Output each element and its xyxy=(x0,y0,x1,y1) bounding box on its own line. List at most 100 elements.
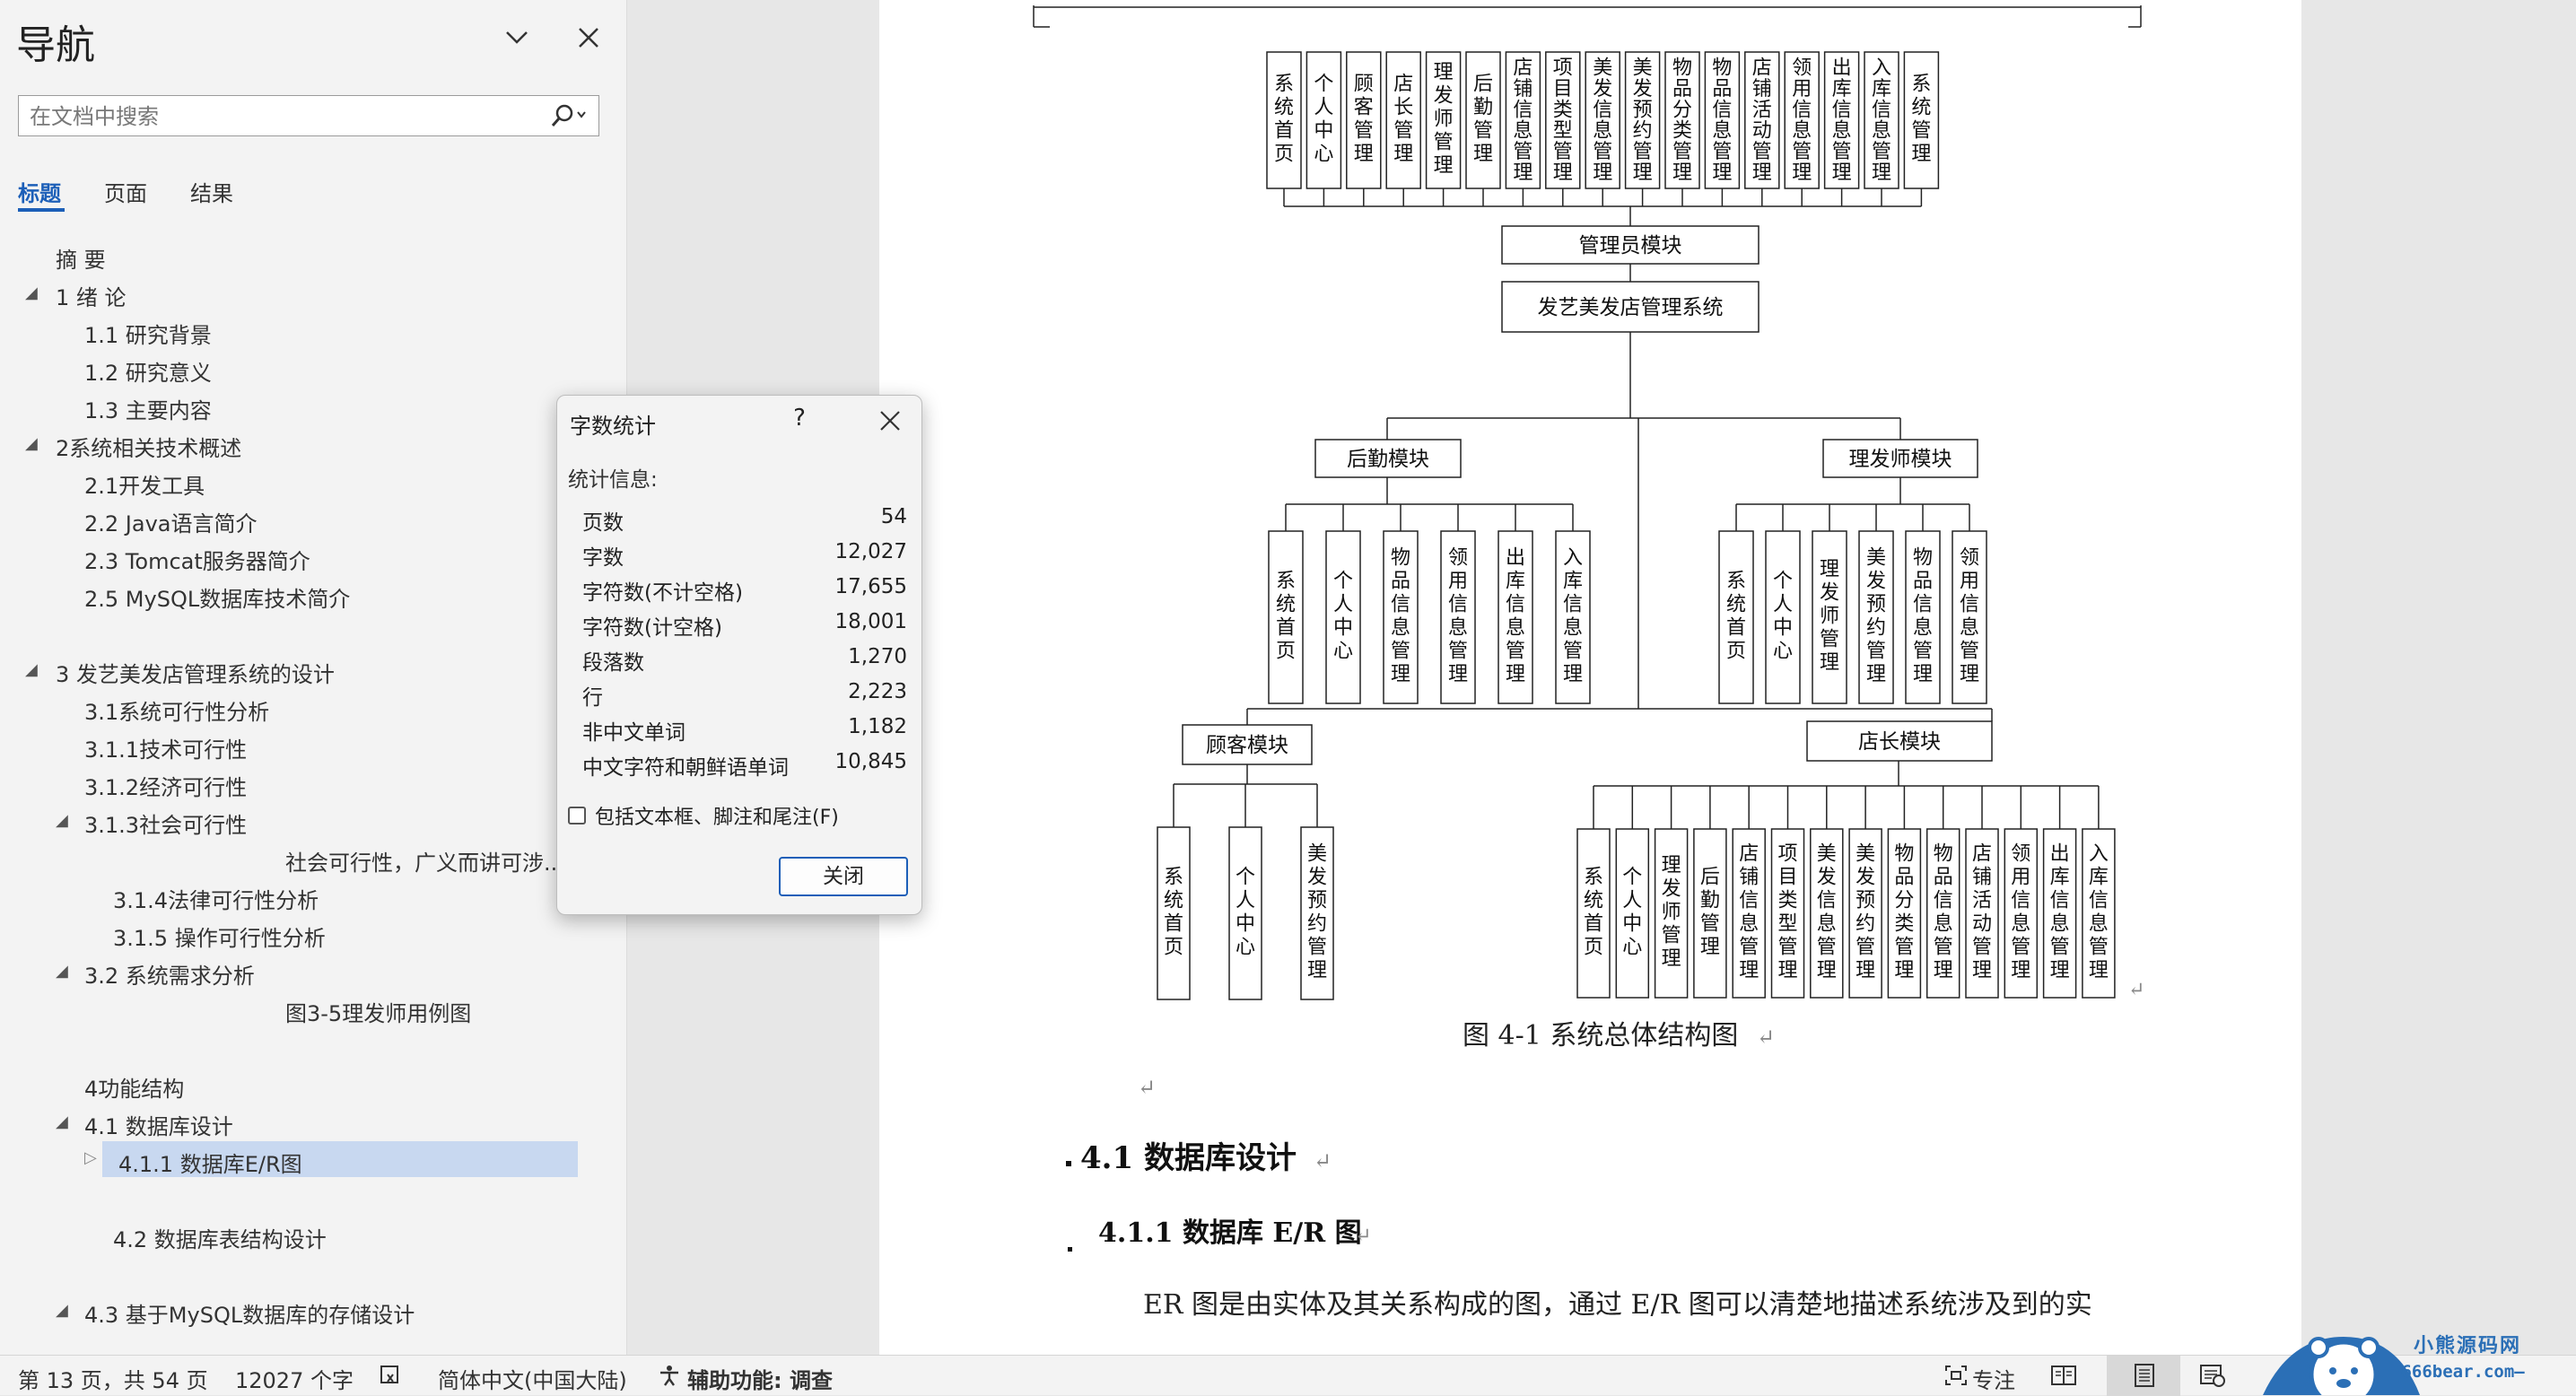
root-node: 发艺美发店管理系统 xyxy=(1538,296,1724,319)
heading-item[interactable]: 图3-5理发师用例图 xyxy=(285,996,471,1027)
admin-module: 管理员模块 xyxy=(1579,234,1682,257)
heading-item[interactable]: 2.3 Tomcat服务器简介 xyxy=(84,544,310,575)
stat-label: 字符数(不计空格) xyxy=(582,581,743,605)
word-count-indicator[interactable]: 12027 个字 xyxy=(235,1363,354,1394)
tab-pages[interactable]: 页面 xyxy=(104,176,147,207)
heading-item[interactable]: 2系统相关技术概述 xyxy=(56,431,241,462)
admin-item: 店铺信息管理 xyxy=(1513,57,1533,185)
heading-item[interactable]: 4功能结构 xyxy=(84,1071,184,1103)
barber-item: 系统首页 xyxy=(1726,571,1746,663)
collapse-triangle-icon[interactable]: ◢ xyxy=(56,811,68,830)
tab-results[interactable]: 结果 xyxy=(190,176,233,207)
manager-item: 店铺活动管理 xyxy=(1972,843,1992,982)
admin-item: 顾客管理 xyxy=(1354,74,1374,166)
section-heading: 4.1 数据库设计 xyxy=(1080,1140,1297,1176)
stat-value: 17,655 xyxy=(834,575,907,598)
manager-item: 系统首页 xyxy=(1584,867,1603,959)
admin-item: 物品分类管理 xyxy=(1672,57,1692,185)
heading-item[interactable]: 4.3 基于MySQL数据库的存储设计 xyxy=(84,1297,415,1329)
collapse-triangle-icon[interactable]: ◢ xyxy=(25,660,38,679)
checkbox-icon[interactable] xyxy=(568,807,586,825)
heading-item[interactable]: 4.2 数据库表结构设计 xyxy=(113,1222,327,1253)
heading-item[interactable]: 1.2 研究意义 xyxy=(84,355,212,387)
proofing-icon[interactable] xyxy=(375,1359,407,1392)
customer-item: 美发预约管理 xyxy=(1307,843,1327,982)
heading-item[interactable]: 1.1 研究背景 xyxy=(84,318,212,349)
stat-label: 行 xyxy=(582,686,603,710)
stat-value: 12,027 xyxy=(834,540,907,563)
tab-headings[interactable]: 标题 xyxy=(18,176,61,207)
admin-item: 后勤管理 xyxy=(1473,74,1493,166)
nav-close-icon[interactable] xyxy=(571,20,607,56)
stat-value: 10,845 xyxy=(834,750,907,773)
heading-item[interactable]: 2.5 MySQL数据库技术简介 xyxy=(84,581,350,613)
stat-label: 段落数 xyxy=(582,651,644,675)
dialog-title: 字数统计 xyxy=(570,414,656,439)
admin-item: 个人中心 xyxy=(1314,74,1333,166)
customer-item: 个人中心 xyxy=(1236,867,1255,959)
collapse-triangle-icon[interactable]: ◢ xyxy=(56,1112,68,1131)
expand-triangle-icon[interactable]: ▷ xyxy=(84,1148,97,1167)
collapse-triangle-icon[interactable]: ◢ xyxy=(25,434,38,453)
heading-item[interactable]: 2.1开发工具 xyxy=(84,468,205,500)
heading-item[interactable]: 3.1.4法律可行性分析 xyxy=(113,883,319,914)
heading-item[interactable]: 社会可行性，广义而讲可涉... xyxy=(285,845,564,877)
manager-item: 物品分类管理 xyxy=(1894,843,1914,982)
manager-item: 入库信息管理 xyxy=(2089,843,2109,982)
paragraph-mark: ↵ xyxy=(1757,1025,1775,1050)
collapse-triangle-icon[interactable]: ◢ xyxy=(25,284,38,302)
manager-item: 美发信息管理 xyxy=(1817,843,1837,982)
accessibility-indicator[interactable]: 辅助功能: 调查 xyxy=(687,1363,833,1394)
collapse-triangle-icon[interactable]: ◢ xyxy=(56,1301,68,1320)
include-textboxes-checkbox[interactable]: 包括文本框、脚注和尾注(F) xyxy=(568,801,839,830)
heading-item-selected[interactable]: 4.1.1 数据库E/R图 xyxy=(118,1147,302,1178)
stat-value: 1,270 xyxy=(848,645,907,668)
document-page[interactable]: 系统首页 个人中心 顾客管理 店长管理 理发师管理 后勤管理 店铺信息管理 项目类型管理 美发信… xyxy=(879,0,2301,1355)
dialog-close-icon[interactable] xyxy=(869,401,911,441)
focus-mode-icon[interactable] xyxy=(1940,1359,1972,1392)
heading-item[interactable]: 3.1.2经济可行性 xyxy=(84,770,247,801)
barber-module: 理发师模块 xyxy=(1849,448,1952,471)
logistics-item: 个人中心 xyxy=(1333,571,1353,663)
focus-label[interactable]: 专注 xyxy=(1972,1363,2015,1394)
search-icon[interactable] xyxy=(545,100,593,132)
stat-value: 2,223 xyxy=(848,680,907,703)
heading-item[interactable]: 1.3 主要内容 xyxy=(84,393,212,424)
heading-item[interactable]: 1 绪 论 xyxy=(56,280,127,311)
accessibility-icon[interactable] xyxy=(653,1359,685,1392)
stat-value: 1,182 xyxy=(848,715,907,738)
barber-item: 理发师管理 xyxy=(1820,559,1839,675)
manager-item: 个人中心 xyxy=(1622,867,1642,959)
paragraph-mark: ↵ xyxy=(1138,1075,1156,1100)
heading-bullet xyxy=(1066,1161,1071,1166)
heading-item[interactable]: 2.2 Java语言简介 xyxy=(84,506,258,537)
subsection-heading: 4.1.1 数据库 E/R 图 xyxy=(1098,1217,1362,1249)
heading-item[interactable]: 4.1 数据库设计 xyxy=(84,1109,233,1140)
admin-item: 美发信息管理 xyxy=(1593,57,1612,185)
admin-item: 入库信息管理 xyxy=(1872,57,1891,185)
heading-item[interactable]: 3.2 系统需求分析 xyxy=(84,958,255,990)
nav-options-chevron-icon[interactable] xyxy=(499,20,535,56)
heading-item[interactable]: 3 发艺美发店管理系统的设计 xyxy=(56,657,335,688)
print-layout-icon[interactable] xyxy=(2128,1359,2161,1392)
heading-item[interactable]: 3.1.5 操作可行性分析 xyxy=(113,920,326,952)
admin-item: 店铺活动管理 xyxy=(1752,57,1772,185)
admin-item: 系统首页 xyxy=(1274,74,1294,166)
nav-search-input[interactable] xyxy=(28,96,534,137)
web-layout-icon[interactable] xyxy=(2196,1359,2229,1392)
language-indicator[interactable]: 简体中文(中国大陆) xyxy=(438,1363,627,1394)
page-indicator[interactable]: 第 13 页，共 54 页 xyxy=(18,1363,208,1394)
collapse-triangle-icon[interactable]: ◢ xyxy=(56,962,68,981)
logistics-item: 入库信息管理 xyxy=(1563,547,1583,686)
heading-item[interactable]: 摘 要 xyxy=(56,242,106,274)
help-icon[interactable]: ? xyxy=(782,405,817,437)
close-button[interactable]: 关闭 xyxy=(779,857,908,896)
figure-caption: 图 4-1 系统总体结构图 xyxy=(1463,1020,1738,1051)
watermark-title: 小熊源码网 xyxy=(2414,1335,2522,1357)
heading-item[interactable]: 3.1.3社会可行性 xyxy=(84,807,247,839)
admin-item: 领用信息管理 xyxy=(1792,57,1812,185)
read-mode-icon[interactable] xyxy=(2048,1359,2080,1392)
system-structure-diagram: 系统首页个人中心顾客管理店长管理理发师管理后勤管理店铺信息管理项目类型管理美发信… xyxy=(1033,5,2144,1321)
heading-item[interactable]: 3.1系统可行性分析 xyxy=(84,694,269,726)
heading-item[interactable]: 3.1.1技术可行性 xyxy=(84,732,247,763)
